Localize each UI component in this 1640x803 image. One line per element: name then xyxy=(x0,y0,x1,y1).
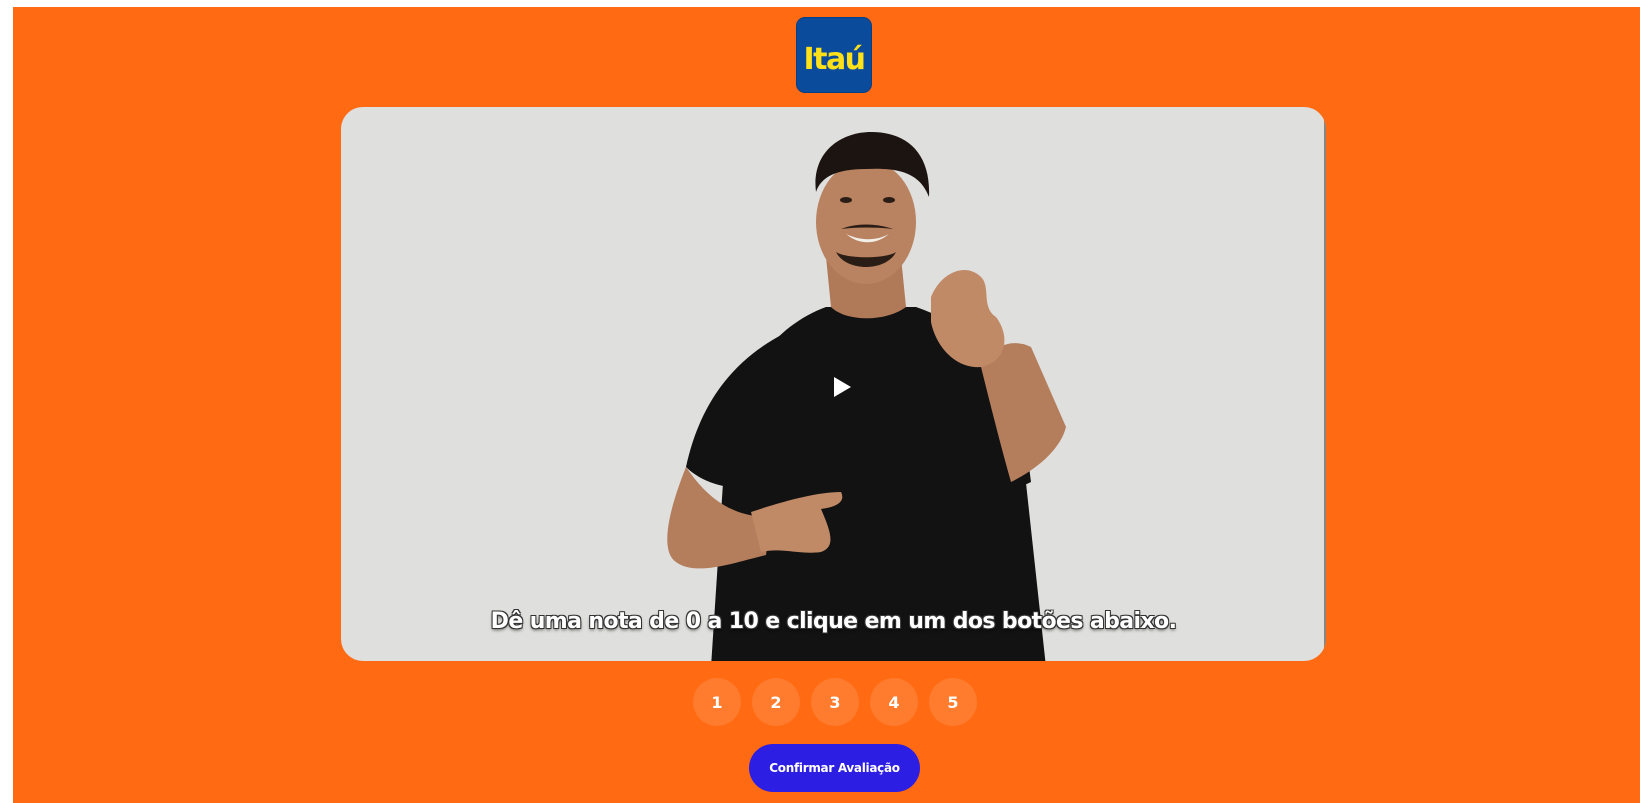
rating-button-1[interactable]: 1 xyxy=(693,678,741,726)
rating-button-4[interactable]: 4 xyxy=(870,678,918,726)
confirm-rating-button[interactable]: Confirmar Avaliação xyxy=(749,744,920,792)
rating-button-5[interactable]: 5 xyxy=(929,678,977,726)
video-subtitle: Dê uma nota de 0 a 10 e clique em um dos… xyxy=(490,609,1177,634)
video-edge xyxy=(1324,107,1326,661)
play-icon xyxy=(834,377,851,397)
rating-options: 1 2 3 4 5 xyxy=(13,678,1640,726)
rating-button-2[interactable]: 2 xyxy=(752,678,800,726)
logo-text: Itaú xyxy=(803,41,866,77)
rating-button-3[interactable]: 3 xyxy=(811,678,859,726)
sign-language-video[interactable]: Dê uma nota de 0 a 10 e clique em um dos… xyxy=(341,107,1326,661)
survey-page: Itaú Dê uma nota de 0 a 10 e clique em u… xyxy=(13,7,1640,803)
itau-logo: Itaú xyxy=(796,17,872,93)
play-button[interactable] xyxy=(830,374,854,400)
